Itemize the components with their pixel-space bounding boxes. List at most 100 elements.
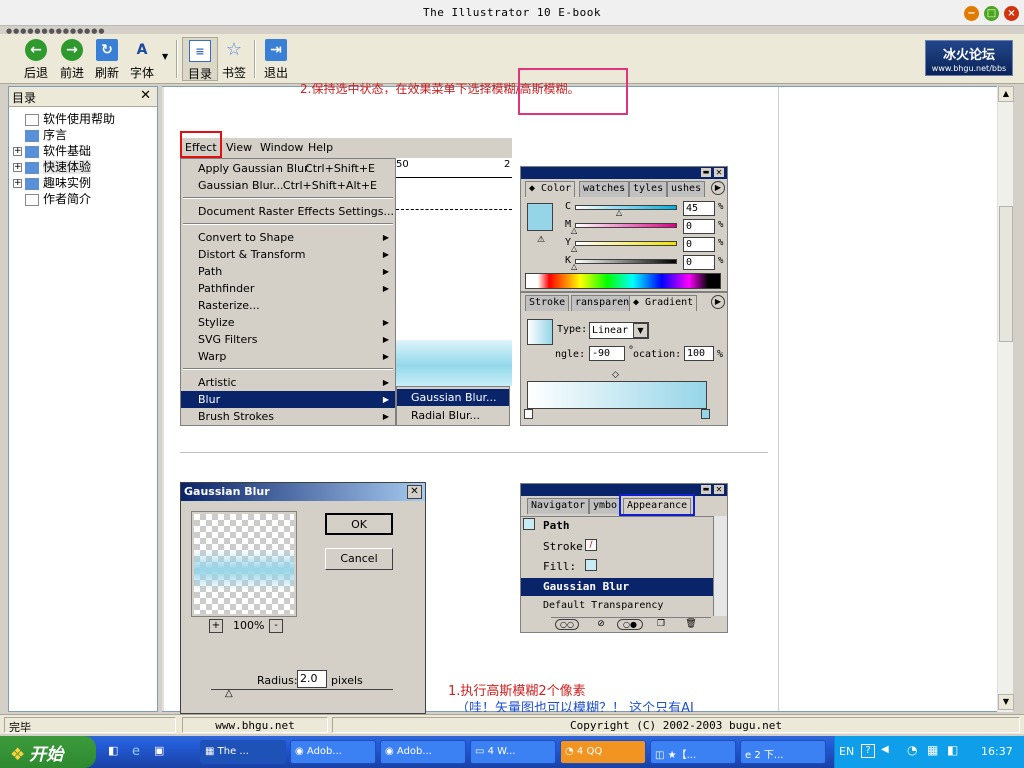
- task-qq[interactable]: ◔ 4 QQ: [560, 740, 646, 764]
- panel-close-icon[interactable]: ✕: [714, 168, 724, 177]
- tab-navigator[interactable]: Navigator: [527, 498, 590, 514]
- menu-item-pathfinder[interactable]: Pathfinder ▶: [181, 280, 395, 297]
- appearance-row-path[interactable]: Path: [543, 519, 570, 532]
- tab-styles[interactable]: tyles: [629, 181, 668, 197]
- clear-appearance-icon[interactable]: ⊘: [595, 619, 607, 630]
- minimize-button[interactable]: −: [964, 6, 979, 21]
- simple-appearance-icon[interactable]: ○○: [555, 619, 579, 630]
- menu-item-warp[interactable]: Warp ▶: [181, 348, 395, 365]
- refresh-button[interactable]: ↻ 刷新: [89, 37, 125, 81]
- content-scrollbar[interactable]: ▲ ▼: [997, 86, 1014, 712]
- duplicate-item-icon[interactable]: ❐: [655, 619, 667, 630]
- channel-slider[interactable]: [575, 259, 677, 264]
- zoom-in-button[interactable]: +: [209, 619, 223, 633]
- forward-button[interactable]: → 前进: [54, 37, 90, 81]
- slider-thumb-icon[interactable]: △: [571, 226, 577, 235]
- slider-thumb-icon[interactable]: △: [571, 262, 577, 271]
- menu-item-apply-gaussian[interactable]: Apply Gaussian Blur Ctrl+Shift+E: [181, 160, 395, 177]
- tree-item-quick[interactable]: + 快速体验: [13, 158, 153, 174]
- volume-icon[interactable]: ◧: [947, 743, 958, 757]
- tab-brushes[interactable]: ushes: [667, 181, 706, 197]
- channel-input[interactable]: 45: [683, 201, 715, 216]
- expand-icon[interactable]: +: [13, 179, 22, 188]
- appearance-row-gaussian-blur[interactable]: Gaussian Blur: [521, 578, 713, 596]
- cancel-button[interactable]: Cancel: [325, 548, 393, 570]
- quick-launch-icon[interactable]: ◧: [108, 744, 124, 760]
- font-button[interactable]: A 字体: [124, 37, 160, 81]
- appearance-row-stroke[interactable]: Stroke:: [543, 540, 589, 553]
- help-icon[interactable]: ?: [861, 744, 875, 758]
- menu-item-artistic[interactable]: Artistic ▶: [181, 374, 395, 391]
- menu-view[interactable]: View: [226, 141, 252, 154]
- font-dropdown-arrow-icon[interactable]: ▼: [162, 52, 168, 61]
- slider-thumb-icon[interactable]: △: [571, 244, 577, 253]
- menu-item-path[interactable]: Path ▶: [181, 263, 395, 280]
- show-desktop-icon[interactable]: ▣: [154, 744, 170, 760]
- bookmark-button[interactable]: ☆ 书签: [216, 37, 252, 81]
- toc-button[interactable]: ≡ 目录: [182, 37, 218, 81]
- dropdown-arrow-icon[interactable]: ▼: [633, 323, 648, 338]
- channel-slider[interactable]: [575, 223, 677, 228]
- reduce-appearance-icon[interactable]: ○●: [617, 619, 643, 630]
- dialog-close-icon[interactable]: ✕: [407, 485, 422, 499]
- maximize-button[interactable]: □: [984, 6, 999, 21]
- tree-item-author[interactable]: 作者简介: [13, 190, 153, 206]
- panel-minimize-icon[interactable]: ▬: [701, 168, 711, 177]
- gradient-swatch[interactable]: [527, 319, 553, 345]
- panel-menu-icon[interactable]: ▶: [711, 181, 725, 195]
- exit-button[interactable]: ⇥ 退出: [258, 37, 294, 81]
- menu-help[interactable]: Help: [308, 141, 333, 154]
- tree-item-help[interactable]: 软件使用帮助: [13, 110, 153, 126]
- task-folders[interactable]: ▭ 4 W...: [470, 740, 556, 764]
- location-input[interactable]: 100: [684, 346, 714, 361]
- menu-item-brush-strokes[interactable]: Brush Strokes ▶: [181, 408, 395, 425]
- submenu-radial-blur[interactable]: Radial Blur...: [397, 407, 509, 424]
- channel-input[interactable]: 0: [683, 237, 715, 252]
- task-adobe-2[interactable]: ◉ Adob...: [380, 740, 466, 764]
- task-browser[interactable]: ◫ ★【...: [650, 740, 736, 764]
- channel-input[interactable]: 0: [683, 255, 715, 270]
- channel-slider[interactable]: [575, 241, 677, 246]
- tab-gradient[interactable]: ◆ Gradient: [629, 295, 698, 311]
- ie-icon[interactable]: e: [132, 744, 148, 760]
- back-button[interactable]: ← 后退: [18, 37, 54, 81]
- expand-icon[interactable]: +: [13, 147, 22, 156]
- radius-input[interactable]: 2.0: [297, 670, 327, 688]
- menu-item-distort[interactable]: Distort & Transform ▶: [181, 246, 395, 263]
- menu-window[interactable]: Window: [260, 141, 303, 154]
- panel-close-icon[interactable]: ✕: [714, 485, 724, 494]
- tray-chevron-icon[interactable]: ◀: [881, 744, 889, 755]
- tree-item-fun[interactable]: + 趣味实例: [13, 174, 153, 190]
- channel-slider[interactable]: [575, 205, 677, 210]
- tab-transparency[interactable]: ransparen: [571, 295, 634, 311]
- language-indicator[interactable]: EN: [839, 745, 854, 758]
- menu-item-blur[interactable]: Blur ▶: [181, 391, 395, 408]
- panel-minimize-icon[interactable]: ▬: [701, 485, 711, 494]
- angle-input[interactable]: -90: [589, 346, 625, 361]
- gradient-ramp[interactable]: [527, 381, 707, 409]
- menu-item-stylize[interactable]: Stylize ▶: [181, 314, 395, 331]
- tree-item-preface[interactable]: 序言: [13, 126, 153, 142]
- midpoint-diamond-icon[interactable]: ◇: [612, 370, 619, 380]
- menu-item-svg-filters[interactable]: SVG Filters ▶: [181, 331, 395, 348]
- channel-input[interactable]: 0: [683, 219, 715, 234]
- appearance-row-transparency[interactable]: Default Transparency: [543, 600, 663, 611]
- ok-button[interactable]: OK: [325, 513, 393, 535]
- scroll-down-icon[interactable]: ▼: [998, 694, 1014, 710]
- task-download[interactable]: e 2 下...: [740, 740, 826, 764]
- submenu-gaussian-blur[interactable]: Gaussian Blur...: [397, 389, 509, 406]
- trash-icon[interactable]: 🗑: [685, 619, 697, 630]
- scroll-thumb[interactable]: [999, 206, 1013, 342]
- menu-item-raster-settings[interactable]: Document Raster Effects Settings...: [181, 203, 395, 220]
- task-ebook[interactable]: ▦ The ...: [200, 740, 286, 764]
- expand-icon[interactable]: +: [13, 163, 22, 172]
- sidebar-close-icon[interactable]: ✕: [140, 88, 151, 103]
- appearance-scrollbar[interactable]: [713, 516, 727, 616]
- panel-menu-icon[interactable]: ▶: [711, 295, 725, 309]
- radius-slider-thumb[interactable]: △: [225, 688, 233, 699]
- menu-item-rasterize[interactable]: Rasterize...: [181, 297, 395, 314]
- menu-item-gaussian-blur[interactable]: Gaussian Blur... Ctrl+Shift+Alt+E: [181, 177, 395, 194]
- task-adobe-1[interactable]: ◉ Adob...: [290, 740, 376, 764]
- menu-item-convert-shape[interactable]: Convert to Shape ▶: [181, 229, 395, 246]
- gradient-stop-left[interactable]: [524, 409, 533, 419]
